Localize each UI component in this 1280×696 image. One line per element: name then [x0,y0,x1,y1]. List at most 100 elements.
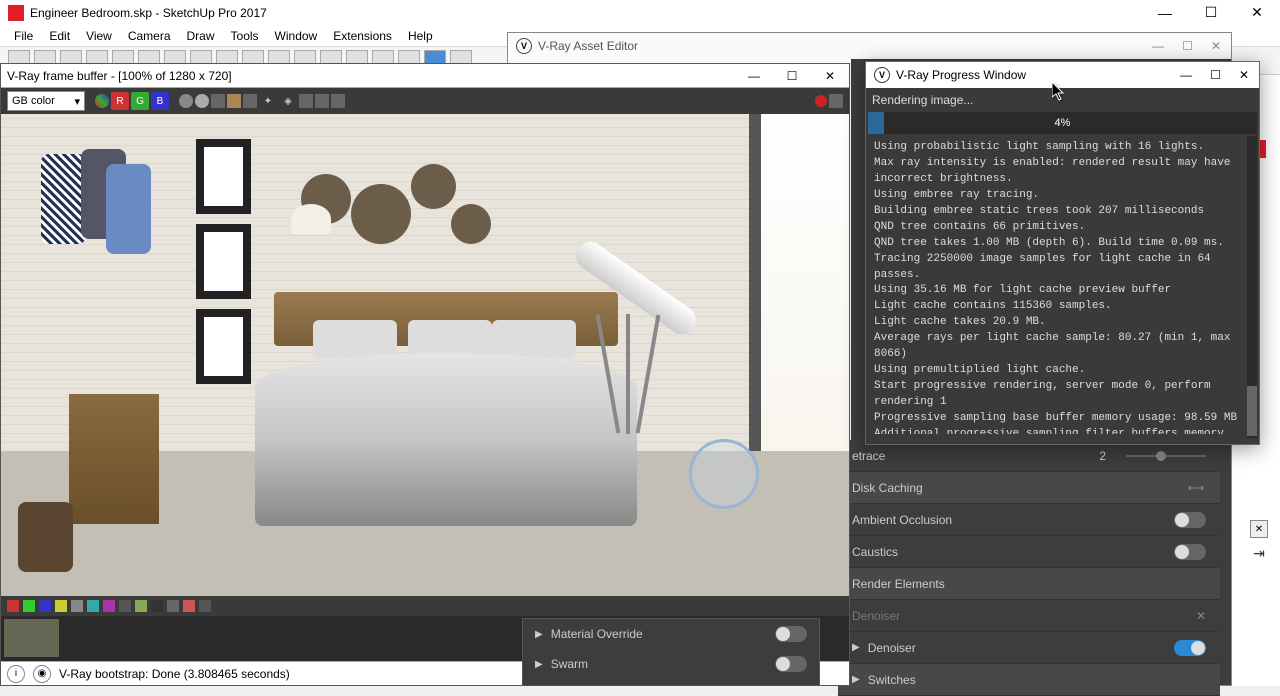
swarm-toggle[interactable] [775,656,807,672]
main-titlebar[interactable]: Engineer Bedroom.skp - SketchUp Pro 2017… [0,0,1280,25]
vfb-channel-g[interactable]: G [131,92,149,110]
side-export-icon[interactable]: ⇥ [1250,544,1268,562]
vfb-close[interactable]: ✕ [821,67,839,85]
menu-window[interactable]: Window [267,27,326,45]
progress-title: V-Ray Progress Window [896,68,1174,82]
vfb-minimize[interactable]: — [745,67,763,85]
progress-bar: 4% [868,112,1257,134]
retrace-slider[interactable] [1126,455,1206,457]
setting-denoiser-disabled: Denoiser ✕ [838,600,1220,632]
vfb-tool-icon[interactable]: ✦ [259,92,277,110]
caustics-toggle[interactable] [1174,544,1206,560]
menu-file[interactable]: File [6,27,41,45]
vray-icon: V [516,38,532,54]
asset-editor-maximize[interactable]: ☐ [1182,39,1193,53]
vfb-render-viewport[interactable] [1,114,849,596]
side-close-button[interactable]: ✕ [1250,520,1268,538]
progress-titlebar[interactable]: V V-Ray Progress Window — ☐ ✕ [866,62,1259,88]
vfb-tool-icon[interactable] [299,94,313,108]
vray-progress-window[interactable]: V V-Ray Progress Window — ☐ ✕ Rendering … [865,61,1260,445]
vfb-record-icon[interactable] [815,95,827,107]
vfb-tool-icon[interactable]: ◈ [279,92,297,110]
swatch-icon[interactable] [23,600,35,612]
menu-tools[interactable]: Tools [223,27,267,45]
swatch-icon[interactable] [7,600,19,612]
progress-log[interactable]: Using probabilistic light sampling with … [866,134,1259,434]
progress-scrollbar[interactable] [1247,136,1257,438]
progress-minimize[interactable]: — [1180,68,1192,82]
sketchup-app-icon [8,5,24,21]
swatch-icon[interactable] [135,600,147,612]
vfb-tool-icon[interactable] [195,94,209,108]
swatch-icon[interactable] [55,600,67,612]
asset-editor-minimize[interactable]: — [1152,39,1164,53]
menu-edit[interactable]: Edit [41,27,78,45]
vfb-channel-dropdown[interactable]: GB color▾ [7,91,85,111]
vray-frame-buffer-window[interactable]: V-Ray frame buffer - [100% of 1280 x 720… [0,63,850,686]
vfb-tool-icon[interactable] [179,94,193,108]
swatch-icon[interactable] [119,600,131,612]
swatch-icon[interactable] [183,600,195,612]
vfb-toolbar: GB color▾ R G B ✦ ◈ [1,88,849,114]
vfb-title: V-Ray frame buffer - [100% of 1280 x 720… [7,69,745,83]
setting-denoiser[interactable]: ▶ Denoiser [838,632,1220,664]
menu-help[interactable]: Help [400,27,441,45]
vfb-rgb-icon[interactable] [95,94,109,108]
setting-caustics: Caustics [838,536,1220,568]
swatch-icon[interactable] [103,600,115,612]
main-minimize-button[interactable]: — [1142,0,1188,25]
main-close-button[interactable]: ✕ [1234,0,1280,25]
vfb-status-text: V-Ray bootstrap: Done (3.808465 seconds) [59,667,290,681]
setting-switches[interactable]: ▶ Switches [838,664,1220,696]
vfb-channel-b[interactable]: B [151,92,169,110]
progress-maximize[interactable]: ☐ [1210,68,1221,82]
vfb-channel-r[interactable]: R [111,92,129,110]
chevron-down-icon: ▾ [74,95,80,108]
vfb-maximize[interactable]: ☐ [783,67,801,85]
material-override-toggle[interactable] [775,626,807,642]
asset-editor-titlebar[interactable]: V V-Ray Asset Editor — ☐ ✕ [508,33,1231,59]
vfb-tool-icon[interactable] [829,94,843,108]
chevron-right-icon: ▶ [535,629,543,640]
expand-icon: ⟷ [1186,481,1206,495]
chevron-right-icon: ▶ [535,659,543,670]
swatch-icon[interactable] [71,600,83,612]
vfb-tool-icon[interactable] [227,94,241,108]
chevron-right-icon: ▶ [852,674,860,685]
swatch-icon[interactable] [87,600,99,612]
setting-render-elements[interactable]: Render Elements [838,568,1220,600]
main-title: Engineer Bedroom.skp - SketchUp Pro 2017 [30,6,1142,20]
vfb-tool-icon[interactable] [211,94,225,108]
vray-icon: V [874,67,890,83]
vfb-bottom-toolbar [1,596,849,616]
material-override-row[interactable]: ▶ Material Override [523,619,819,649]
asset-editor-title: V-Ray Asset Editor [538,39,1146,53]
chevron-right-icon: ▶ [852,642,860,653]
denoiser-remove-icon[interactable]: ✕ [1196,609,1206,623]
menu-camera[interactable]: Camera [120,27,179,45]
vfb-tool-icon[interactable] [331,94,345,108]
setting-disk-caching[interactable]: Disk Caching ⟷ [838,472,1220,504]
render-overrides-panel: ▶ Material Override ▶ Swarm [522,618,820,686]
swatch-icon[interactable] [151,600,163,612]
progress-close[interactable]: ✕ [1239,68,1249,82]
swatch-icon[interactable] [167,600,179,612]
swatch-icon[interactable] [199,600,211,612]
info-icon[interactable]: i [7,665,25,683]
vfb-tool-icon[interactable] [243,94,257,108]
menu-draw[interactable]: Draw [179,27,223,45]
vfb-tool-icon[interactable] [315,94,329,108]
scrollbar-thumb[interactable] [1247,386,1257,436]
setting-ambient-occlusion: Ambient Occlusion [838,504,1220,536]
vfb-titlebar[interactable]: V-Ray frame buffer - [100% of 1280 x 720… [1,64,849,88]
history-thumbnail[interactable] [4,619,59,657]
menu-view[interactable]: View [78,27,120,45]
main-maximize-button[interactable]: ☐ [1188,0,1234,25]
swatch-icon[interactable] [39,600,51,612]
menu-extensions[interactable]: Extensions [325,27,400,45]
user-icon[interactable]: ◉ [33,665,51,683]
swarm-row[interactable]: ▶ Swarm [523,649,819,679]
ambient-occlusion-toggle[interactable] [1174,512,1206,528]
asset-editor-close[interactable]: ✕ [1211,39,1221,53]
denoiser-toggle[interactable] [1174,640,1206,656]
